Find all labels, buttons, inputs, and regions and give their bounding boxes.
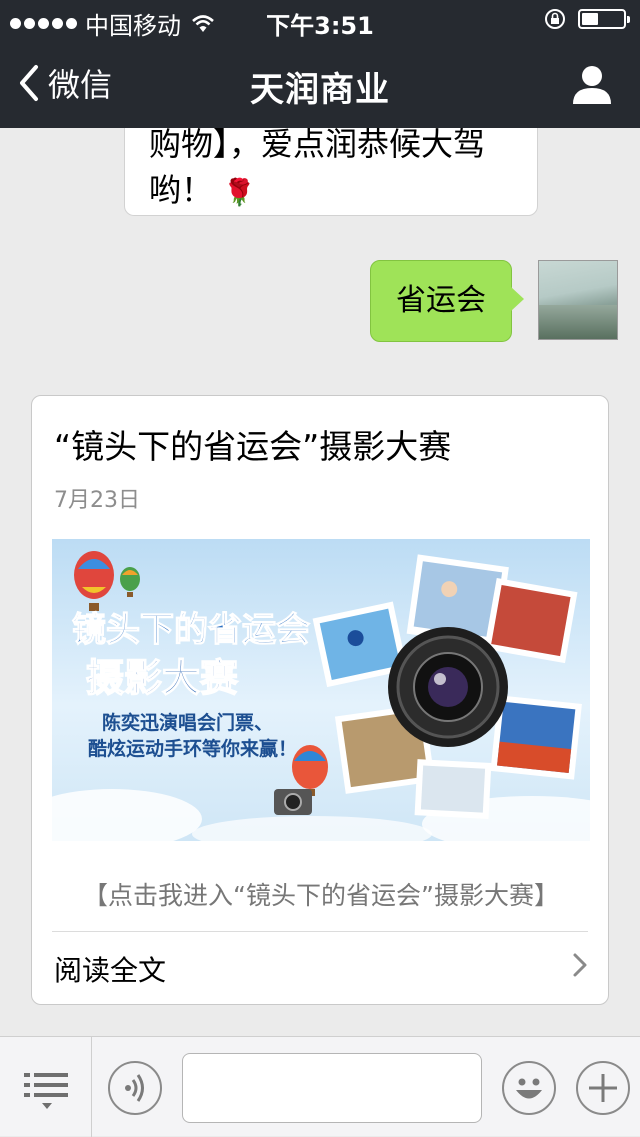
balloon-icon: [74, 551, 114, 611]
plus-icon: [589, 1074, 617, 1102]
profile-button[interactable]: [570, 62, 614, 106]
incoming-message-line2: 哟！ 🌹: [149, 167, 515, 216]
voice-icon: [125, 1074, 144, 1102]
article-banner-image: 镜头下的省运会 摄影大赛 陈奕迅演唱会门票、 酷炫运动手环等你来赢！: [52, 539, 590, 841]
page-title: 天润商业: [250, 70, 390, 110]
smiley-icon: [516, 1078, 542, 1099]
camera-lens-icon: [388, 627, 508, 747]
user-avatar[interactable]: [538, 260, 618, 340]
status-bar: 中国移动 下午3:51: [0, 0, 640, 40]
sent-message-bubble[interactable]: 省运会: [370, 260, 524, 342]
read-more-label[interactable]: 阅读全文: [54, 949, 166, 989]
chevron-right-icon: [573, 953, 587, 977]
article-link-text[interactable]: 【点击我进入“镜头下的省运会”摄影大赛】: [32, 876, 610, 912]
battery-icon: [578, 9, 630, 29]
banner-subtitle-line2: 酷炫运动手环等你来赢！: [88, 737, 297, 760]
rotation-lock-icon: [545, 9, 565, 29]
article-date: 7月23日: [54, 488, 140, 513]
incoming-message-line1: 购物】，爱点润恭候大驾: [149, 128, 486, 163]
menu-list-icon[interactable]: [20, 1065, 74, 1115]
banner-title-line2: 摄影大赛: [86, 656, 239, 700]
status-right: [544, 8, 630, 30]
toolbar-divider: [91, 1037, 92, 1137]
banner-graphic: 镜头下的省运会 摄影大赛 陈奕迅演唱会门票、 酷炫运动手环等你来赢！: [52, 551, 590, 841]
add-button[interactable]: [576, 1061, 630, 1115]
article-title: “镜头下的省运会”摄影大赛: [54, 427, 452, 466]
emoji-button[interactable]: [502, 1061, 556, 1115]
banner-subtitle-line1: 陈奕迅演唱会门票、: [102, 711, 273, 734]
nav-bar: 微信 天润商业: [0, 40, 640, 128]
incoming-message-text: 哟！: [149, 171, 214, 209]
camera-icon: [274, 789, 312, 815]
banner-title-line1: 镜头下的省运会: [72, 610, 310, 650]
message-input[interactable]: [182, 1053, 482, 1123]
voice-button[interactable]: [108, 1061, 162, 1115]
person-icon: [573, 66, 611, 104]
battery-level: [582, 13, 598, 25]
input-toolbar: [0, 1036, 640, 1137]
sent-message: 省运会: [370, 260, 524, 342]
avatar-beach-image: [539, 305, 617, 339]
article-card[interactable]: “镜头下的省运会”摄影大赛 7月23日 镜头下的省运会 摄影大赛 陈奕迅演唱会门…: [31, 395, 609, 1005]
rose-emoji-icon: 🌹: [223, 178, 256, 208]
card-divider: [52, 931, 588, 932]
chat-area[interactable]: 购物】，爱点润恭候大驾 哟！ 🌹 省运会 “镜头下的省运会”摄影大赛 7月23日: [0, 128, 640, 1036]
incoming-message-bubble[interactable]: 购物】，爱点润恭候大驾 哟！ 🌹: [124, 128, 538, 216]
